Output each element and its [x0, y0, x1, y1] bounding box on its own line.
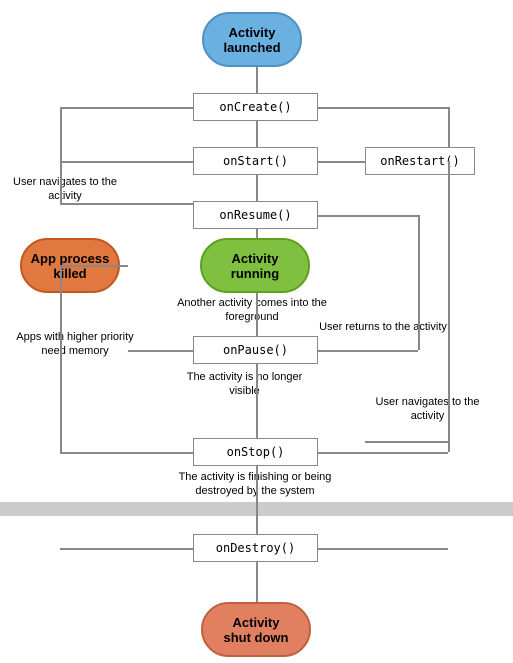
ondestroy-box: onDestroy() [193, 534, 318, 562]
line-onpause-right-v [418, 215, 420, 350]
finishing-destroyed-label: The activity is finishing or being destr… [155, 470, 355, 499]
lifecycle-diagram: Activity launched onCreate() onStart() o… [0, 0, 513, 663]
oncreate-box: onCreate() [193, 93, 318, 121]
line-running-to-onpause [256, 293, 258, 338]
apps-higher-priority-label: Apps with higher priority need memory [5, 330, 145, 359]
user-navigates-to2-label: User navigates to the activity [360, 395, 495, 424]
line-onpause-to-onstop [256, 364, 258, 440]
activity-launched-node: Activity launched [202, 12, 302, 67]
line-onstop-right [318, 452, 448, 454]
activity-running-node: Activity running [200, 238, 310, 293]
line-right-to-onrestart [448, 161, 450, 441]
line-onstop-to-ondestroy [256, 466, 258, 536]
onstop-box: onStop() [193, 438, 318, 466]
line-ondestroy-right [318, 548, 448, 550]
onresume-box: onResume() [193, 201, 318, 229]
line-launch-to-oncreate [256, 67, 258, 95]
onresume-label: onResume() [219, 208, 291, 222]
oncreate-label: onCreate() [219, 100, 291, 114]
line-onpause-left [128, 350, 193, 352]
line-onresume-to-running [256, 229, 258, 238]
onrestart-box: onRestart() [365, 147, 475, 175]
line-onstart-left [60, 161, 193, 163]
line-ondestroy-left [60, 548, 193, 550]
line-left-to-onresume [60, 203, 193, 205]
user-returns-label: User returns to the activity [318, 320, 448, 334]
line-onrestart-connect [318, 161, 365, 163]
user-navigates-label: User navigates to the activity [5, 175, 125, 204]
line-oncreate-left-v [60, 107, 62, 147]
activity-shut-down-node: Activity shut down [201, 602, 311, 657]
line-to-killed [60, 265, 128, 267]
onstart-label: onStart() [223, 154, 288, 168]
line-oncreate-left [60, 107, 193, 109]
onpause-box: onPause() [193, 336, 318, 364]
activity-shut-down-label: Activity shut down [224, 615, 289, 645]
onstop-label: onStop() [227, 445, 285, 459]
onstart-box: onStart() [193, 147, 318, 175]
line-oncreate-right [318, 107, 448, 109]
line-onstop-right-v [448, 441, 450, 452]
line-onpause-right [318, 350, 418, 352]
line-ondestroy-to-shutdown [256, 562, 258, 604]
line-oncreate-right-v [448, 107, 450, 147]
line-onstop-left [60, 452, 193, 454]
activity-launched-label: Activity launched [223, 25, 280, 55]
activity-running-label: Activity running [231, 251, 279, 281]
ondestroy-label: onDestroy() [216, 541, 295, 555]
line-oncreate-to-onstart [256, 121, 258, 149]
line-onstart-to-onresume [256, 175, 258, 203]
another-activity-label: Another activity comes into the foregrou… [172, 296, 332, 325]
line-onstop-left-v [60, 350, 62, 452]
line-right-to-onrestart-h [365, 441, 448, 443]
line-left-v3 [60, 161, 62, 203]
line-left-long-v [60, 265, 62, 350]
line-onresume-right [318, 215, 418, 217]
line-onstart-left-v2 [60, 147, 62, 161]
activity-no-longer-visible-label: The activity is no longer visible [172, 370, 317, 399]
onpause-label: onPause() [223, 343, 288, 357]
